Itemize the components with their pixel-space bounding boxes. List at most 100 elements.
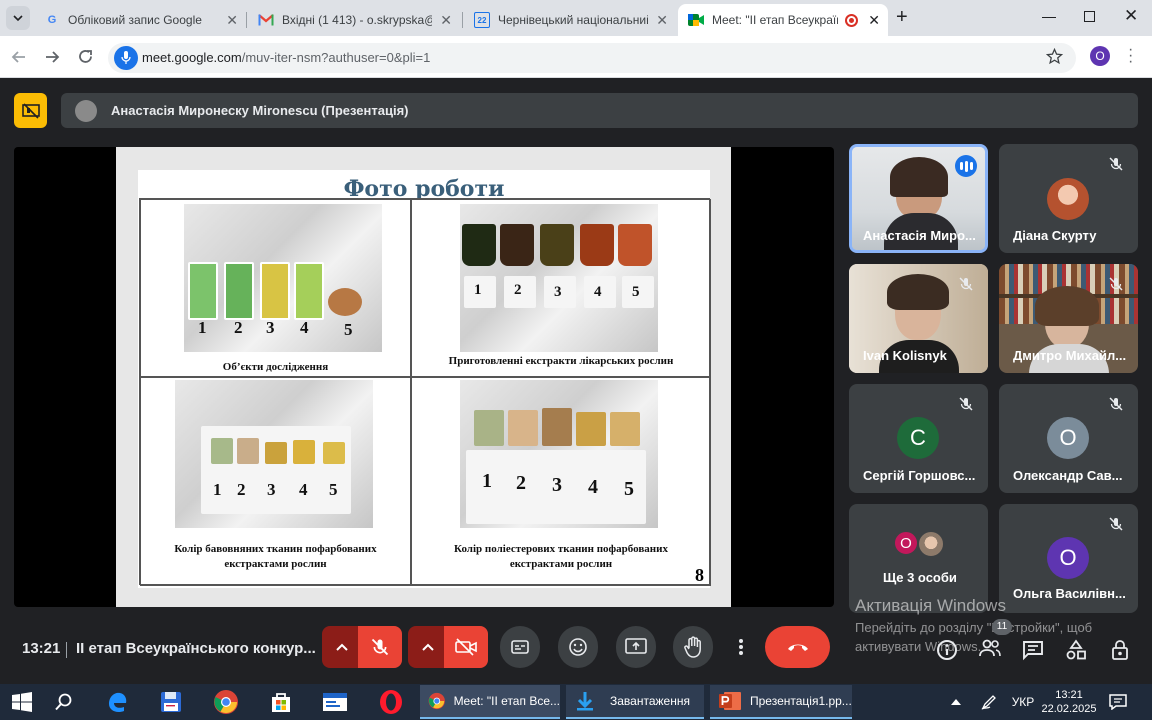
meeting-title: II етап Всеукраїнського конкур... [76,640,316,657]
presenter-name: Анастасія Миронеску Mironescu (Презентац… [111,103,409,118]
tab-title: Meet: "II етап Всеукраїнськ [712,13,838,27]
taskbar-window-downloads[interactable]: Завантаження [566,685,704,719]
slide-page-number: 8 [695,565,704,585]
audio-options-button[interactable] [322,626,362,668]
avatar: О [1047,537,1089,579]
restore-button[interactable] [1084,11,1095,22]
minimize-button[interactable] [1042,8,1056,22]
activities-icon[interactable] [1064,638,1088,662]
photo-cell-extracts: 1 2 3 4 5 Приготовленні екстракти лікарс… [411,199,711,377]
meet-icon [688,12,704,28]
info-icon[interactable] [935,638,959,662]
microphone-off-icon [371,638,389,656]
video-options-button[interactable] [408,626,448,668]
participant-tile[interactable]: Ivan Kolisnyk [849,264,988,373]
microphone-toggle-button[interactable] [358,626,402,668]
taskbar-app[interactable] [316,687,354,717]
taskbar-opera[interactable] [372,687,410,717]
camera-toggle-button[interactable] [444,626,488,668]
hand-icon [684,636,701,658]
tab-meet[interactable]: Meet: "II етап Всеукраїнськ ✕ [678,4,888,36]
participant-tile[interactable]: О Ольга Василівн... [999,504,1138,613]
reactions-button[interactable] [558,626,598,668]
participant-tile[interactable]: Дмитро Михайл... [999,264,1138,373]
search-button[interactable] [46,687,82,717]
windows-activation-title: Активація Windows [855,596,1006,615]
tab-google-account[interactable]: G Обліковий запис Google ✕ [34,4,246,36]
present-icon [625,638,647,654]
taskbar-window-powerpoint[interactable]: Презентація1.pp... [710,685,852,719]
more-options-button[interactable] [728,626,754,668]
taskbar-window-meet[interactable]: Meet: "II етап Все... [420,685,560,719]
back-icon[interactable] [11,49,27,65]
participant-tile[interactable]: Діана Скурту [999,144,1138,253]
photo-cotton-swatches: 1 2 3 4 5 [175,380,373,528]
tab-search-button[interactable] [6,6,30,30]
taskbar-save-app[interactable] [152,687,190,717]
avatar [917,530,945,558]
taskbar-window-title: Завантаження [610,694,690,708]
language-indicator[interactable]: УКР [1008,687,1038,717]
powerpoint-icon [719,692,741,710]
raise-hand-button[interactable] [673,626,713,668]
taskbar-clock[interactable]: 13:21 22.02.2025 [1040,687,1098,717]
microphone-off-icon [959,397,973,411]
photo-polyester-swatches: 1 2 3 4 5 [460,380,658,528]
taskbar-date: 22.02.2025 [1041,703,1097,715]
pen-tray-button[interactable] [978,687,1000,717]
presentation-indicator[interactable] [14,93,47,128]
show-hidden-icons-button[interactable] [946,687,966,717]
calendar-icon: 22 [474,12,490,28]
gmail-icon [258,12,274,28]
microphone-icon[interactable] [114,46,138,70]
recording-icon [845,14,858,27]
present-screen-button[interactable] [616,626,656,668]
participant-tile[interactable]: О Олександр Сав... [999,384,1138,493]
leave-call-button[interactable] [765,626,830,668]
profile-avatar[interactable]: O [1090,46,1110,66]
photo-cell-objects: 1 2 3 4 5 Об’єкти дослідження [140,199,411,377]
store-icon [272,693,290,712]
presenter-avatar [75,100,97,122]
microphone-off-icon [1109,517,1123,531]
photo-herb-boxes: 1 2 3 4 5 [184,204,382,352]
floppy-disk-icon [161,692,181,712]
chat-icon[interactable] [1021,638,1045,662]
close-icon[interactable]: ✕ [656,12,668,29]
taskbar-store[interactable] [262,687,300,717]
participant-tile[interactable]: С Сергій Горшовс... [849,384,988,493]
presenter-bar: Анастасія Миронеску Mironescu (Презентац… [61,93,1138,128]
taskbar-edge[interactable] [98,687,136,717]
close-icon[interactable]: ✕ [226,12,238,29]
windows-taskbar: Meet: "II етап Все... Завантаження Презе… [0,684,1152,720]
people-button[interactable]: 11 [976,619,1012,664]
meet-app: Анастасія Миронеску Mironescu (Презентац… [0,78,1152,684]
chevron-down-icon [13,15,23,22]
close-icon[interactable]: ✕ [868,12,880,29]
meeting-clock: 13:21 [22,640,61,657]
taskbar-chrome[interactable] [206,687,246,717]
host-controls-icon[interactable] [1108,638,1132,662]
address-bar[interactable]: meet.google.com/muv-iter-nsm?authuser=0&… [108,43,1076,73]
slide: Фото роботи 1 2 3 4 5 Об’єкти дослідженн… [116,147,731,607]
menu-icon[interactable]: · · · [1128,42,1133,70]
tab-university[interactable]: 22 Чернівецький національний у ✕ [464,4,676,36]
start-button[interactable] [4,687,40,717]
close-window-button[interactable]: ✕ [1124,6,1138,26]
chevron-up-icon [336,643,348,651]
close-icon[interactable]: ✕ [440,12,452,29]
new-tab-button[interactable]: + [896,6,908,29]
more-vert-icon [739,639,743,655]
download-arrow-icon [577,692,593,711]
forward-icon[interactable] [44,49,60,65]
google-icon: G [47,14,57,26]
slide-photo-grid: 1 2 3 4 5 Об’єкти дослідження 1 2 3 4 5 … [139,198,711,586]
captions-button[interactable] [500,626,540,668]
participant-tile-speaking[interactable]: Анастасія Миро... [849,144,988,253]
slide-content: Фото роботи 1 2 3 4 5 Об’єкти дослідженн… [138,170,711,588]
caption-objects: Об’єкти дослідження [222,361,329,373]
tab-gmail[interactable]: Вхідні (1 413) - o.skrypska@chnu ✕ [248,4,460,36]
star-icon[interactable] [1046,48,1063,65]
reload-icon[interactable] [77,48,94,65]
notifications-button[interactable] [1104,687,1132,717]
